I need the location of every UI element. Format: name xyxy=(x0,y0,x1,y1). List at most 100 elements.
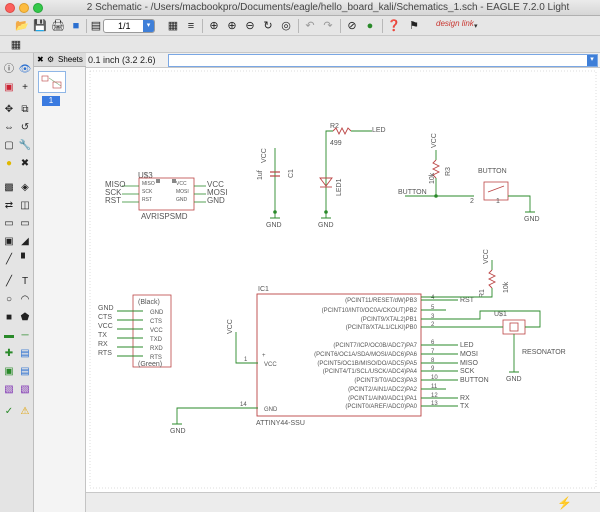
button-circuit[interactable]: VCC 10k R3 BUTTON BUTTON 2 1 GND xyxy=(398,133,540,223)
led-net: LED xyxy=(372,127,386,134)
capacitor-c1[interactable]: VCC 1uf C1 GND xyxy=(257,148,295,229)
attiny44-ic[interactable]: IC1 VCC 1 + VCC GND 14 GND ATTINY44-SSU … xyxy=(170,286,489,435)
chevron-down-icon[interactable]: ▾ xyxy=(587,55,597,66)
delete-icon[interactable]: ✖ xyxy=(18,157,32,171)
frame-icon[interactable]: ▧ xyxy=(2,383,16,397)
script-icon[interactable]: ▦ xyxy=(165,18,181,34)
r3-net: VCC xyxy=(431,133,438,148)
show-icon[interactable]: 👁 xyxy=(18,63,32,77)
print-icon[interactable]: 🖨 xyxy=(50,18,66,34)
sheet-thumbnail[interactable] xyxy=(38,71,66,93)
change-icon[interactable]: 🔧 xyxy=(18,139,32,153)
close-window-button[interactable] xyxy=(5,3,15,13)
dimension-icon[interactable]: ▤ xyxy=(18,365,32,379)
stop-icon[interactable]: ⊘ xyxy=(344,18,360,34)
r2-value: 499 xyxy=(330,140,342,147)
rotate-icon[interactable]: ↺ xyxy=(18,121,32,135)
invoke-icon[interactable]: ▘ xyxy=(18,253,32,267)
zoom-fit-icon[interactable]: ⊕ xyxy=(206,18,222,34)
chevron-down-icon[interactable]: ▾ xyxy=(474,22,478,30)
split-icon[interactable]: ╱ xyxy=(2,253,16,267)
junction-icon[interactable]: ✚ xyxy=(2,347,16,361)
sheets-panel: ✖ ⚙ Sheets 1 xyxy=(34,53,86,512)
ic-gnd-net: GND xyxy=(170,428,186,435)
value-icon[interactable]: ▭ xyxy=(18,217,32,231)
mark-icon[interactable]: + xyxy=(18,81,32,95)
help-icon[interactable]: ❓ xyxy=(386,18,402,34)
smash-icon[interactable]: ▣ xyxy=(2,235,16,249)
text-icon[interactable]: T xyxy=(18,275,32,289)
replace-icon[interactable]: ⇄ xyxy=(2,199,16,213)
led-circuit[interactable]: R2 LED 499 LED1 GND xyxy=(318,123,386,229)
ic-pin-label: (PCINT8/XTAL1/CLKI)PB0 xyxy=(346,325,418,331)
minimize-window-button[interactable] xyxy=(19,3,29,13)
net-icon[interactable]: ─ xyxy=(18,329,32,343)
open-icon[interactable]: 📂 xyxy=(14,18,30,34)
name-icon[interactable]: ▭ xyxy=(2,217,16,231)
ftdi-net-gnd: GND xyxy=(98,305,114,312)
ftdi-pin-rts: RTS xyxy=(150,355,162,361)
close-icon[interactable]: ✖ xyxy=(37,53,44,67)
go-icon[interactable]: ● xyxy=(362,18,378,34)
ftdi-net-cts: CTS xyxy=(98,314,112,321)
display-icon[interactable]: ▣ xyxy=(2,81,16,95)
pinswap-icon[interactable]: ◈ xyxy=(18,181,32,195)
run-ulp-icon[interactable]: ≡ xyxy=(183,18,199,34)
grid-icon[interactable]: ▦ xyxy=(8,37,24,53)
gateswap-icon[interactable]: ◫ xyxy=(18,199,32,213)
c1-value: 1uf xyxy=(257,170,264,180)
flag-icon[interactable]: ⚑ xyxy=(406,18,422,34)
sheet-icon[interactable]: ▤ xyxy=(88,18,104,34)
erc-icon[interactable]: ✓ xyxy=(2,405,16,419)
mirror-icon[interactable]: ⇔ xyxy=(2,121,16,135)
schematic-canvas[interactable]: U$3 MISO SCK RST VCC MOSI GND MISO SCK R… xyxy=(86,68,600,492)
ic-gnd-pin: 14 xyxy=(240,402,247,408)
zoom-out-icon[interactable]: ⊖ xyxy=(242,18,258,34)
group-icon[interactable]: ▢ xyxy=(2,139,16,153)
ftdi-pin-vcc: VCC xyxy=(150,328,163,334)
zoom-select-icon[interactable]: ◎ xyxy=(278,18,294,34)
settings-icon[interactable]: ⚙ xyxy=(47,53,54,67)
rect-icon[interactable]: ■ xyxy=(2,311,16,325)
wire-icon[interactable]: ╱ xyxy=(2,275,16,289)
avrisp-connector[interactable]: U$3 MISO SCK RST VCC MOSI GND MISO SCK R… xyxy=(105,171,227,221)
cam-icon[interactable]: ■ xyxy=(68,18,84,34)
sheet-select[interactable]: 1/1 ▾ xyxy=(103,19,155,33)
polygon-icon[interactable]: ⬟ xyxy=(18,311,32,325)
attribute-icon[interactable]: ▣ xyxy=(2,365,16,379)
svg-text:+: + xyxy=(262,353,266,359)
paste-icon[interactable]: ● xyxy=(2,157,16,171)
zoom-redraw-icon[interactable]: ↻ xyxy=(260,18,276,34)
add-icon[interactable]: ▩ xyxy=(2,181,16,195)
save-icon[interactable]: 💾 xyxy=(32,18,48,34)
ftdi-pin-rxd: RXD xyxy=(150,346,163,352)
c1-net: VCC xyxy=(261,148,268,163)
errors-icon[interactable]: ⚠ xyxy=(18,405,32,419)
modules-icon[interactable]: ▧ xyxy=(18,383,32,397)
ic-pin-net: SCK xyxy=(460,368,475,375)
ftdi-connector[interactable]: (Black) (Green) GND CTS VCC TX RX RTS GN… xyxy=(98,294,172,368)
design-link-logo[interactable]: design link xyxy=(436,20,476,28)
avrisp-name: U$3 xyxy=(138,171,153,180)
ic-pin-net: RST xyxy=(460,297,475,304)
info-icon[interactable]: ⓘ xyxy=(2,63,16,77)
arc-icon[interactable]: ◠ xyxy=(18,293,32,307)
redo-icon[interactable]: ↷ xyxy=(320,18,336,34)
command-input[interactable]: ▾ xyxy=(168,54,598,67)
move-icon[interactable]: ✥ xyxy=(2,103,16,117)
lightning-icon[interactable]: ⚡ xyxy=(557,496,572,510)
zoom-in-icon[interactable]: ⊕ xyxy=(224,18,240,34)
ftdi-net-tx: TX xyxy=(98,332,107,339)
circle-icon[interactable]: ○ xyxy=(2,293,16,307)
zoom-window-button[interactable] xyxy=(33,3,43,13)
ic-pin-label: (PCINT0/AREF/ADC0)PA0 xyxy=(345,404,417,410)
miter-icon[interactable]: ◢ xyxy=(18,235,32,249)
avrisp-value: AVRISPSMD xyxy=(141,212,188,221)
button-gnd: GND xyxy=(524,216,540,223)
bus-icon[interactable]: ▬ xyxy=(2,329,16,343)
sheet-number[interactable]: 1 xyxy=(42,96,60,106)
label-icon[interactable]: ▤ xyxy=(18,347,32,361)
ic-pin-label: (PCINT11/RESET/dW)PB3 xyxy=(345,298,418,304)
copy-icon[interactable]: ⧉ xyxy=(18,103,32,117)
undo-icon[interactable]: ↶ xyxy=(302,18,318,34)
